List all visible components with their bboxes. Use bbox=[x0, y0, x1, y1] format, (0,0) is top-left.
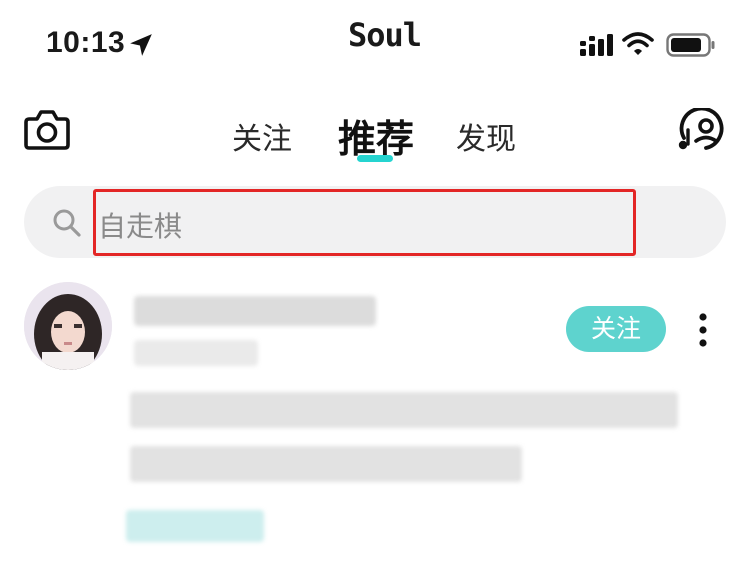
battery-icon bbox=[666, 33, 715, 57]
post-topic-tag[interactable] bbox=[126, 510, 264, 542]
more-vertical-icon[interactable] bbox=[696, 312, 710, 348]
tab-follow[interactable]: 关注 bbox=[232, 114, 292, 158]
tab-discover[interactable]: 发现 bbox=[456, 114, 516, 158]
post-meta bbox=[134, 340, 258, 366]
avatar[interactable] bbox=[24, 282, 112, 370]
location-arrow-icon bbox=[130, 34, 152, 56]
post-content-line bbox=[130, 392, 678, 428]
active-tab-indicator bbox=[357, 155, 393, 162]
avatar-image bbox=[24, 282, 112, 370]
wifi-icon bbox=[622, 32, 654, 55]
post-content-line bbox=[130, 446, 522, 482]
search-icon bbox=[53, 209, 81, 237]
follow-button[interactable]: 关注 bbox=[566, 306, 666, 352]
search-highlight-box bbox=[93, 189, 636, 256]
status-time: 10:13 bbox=[46, 26, 126, 59]
cellular-signal-icon bbox=[580, 34, 613, 56]
post-username[interactable] bbox=[134, 296, 376, 326]
music-person-icon[interactable] bbox=[674, 108, 728, 152]
app-title: Soul bbox=[348, 16, 422, 54]
